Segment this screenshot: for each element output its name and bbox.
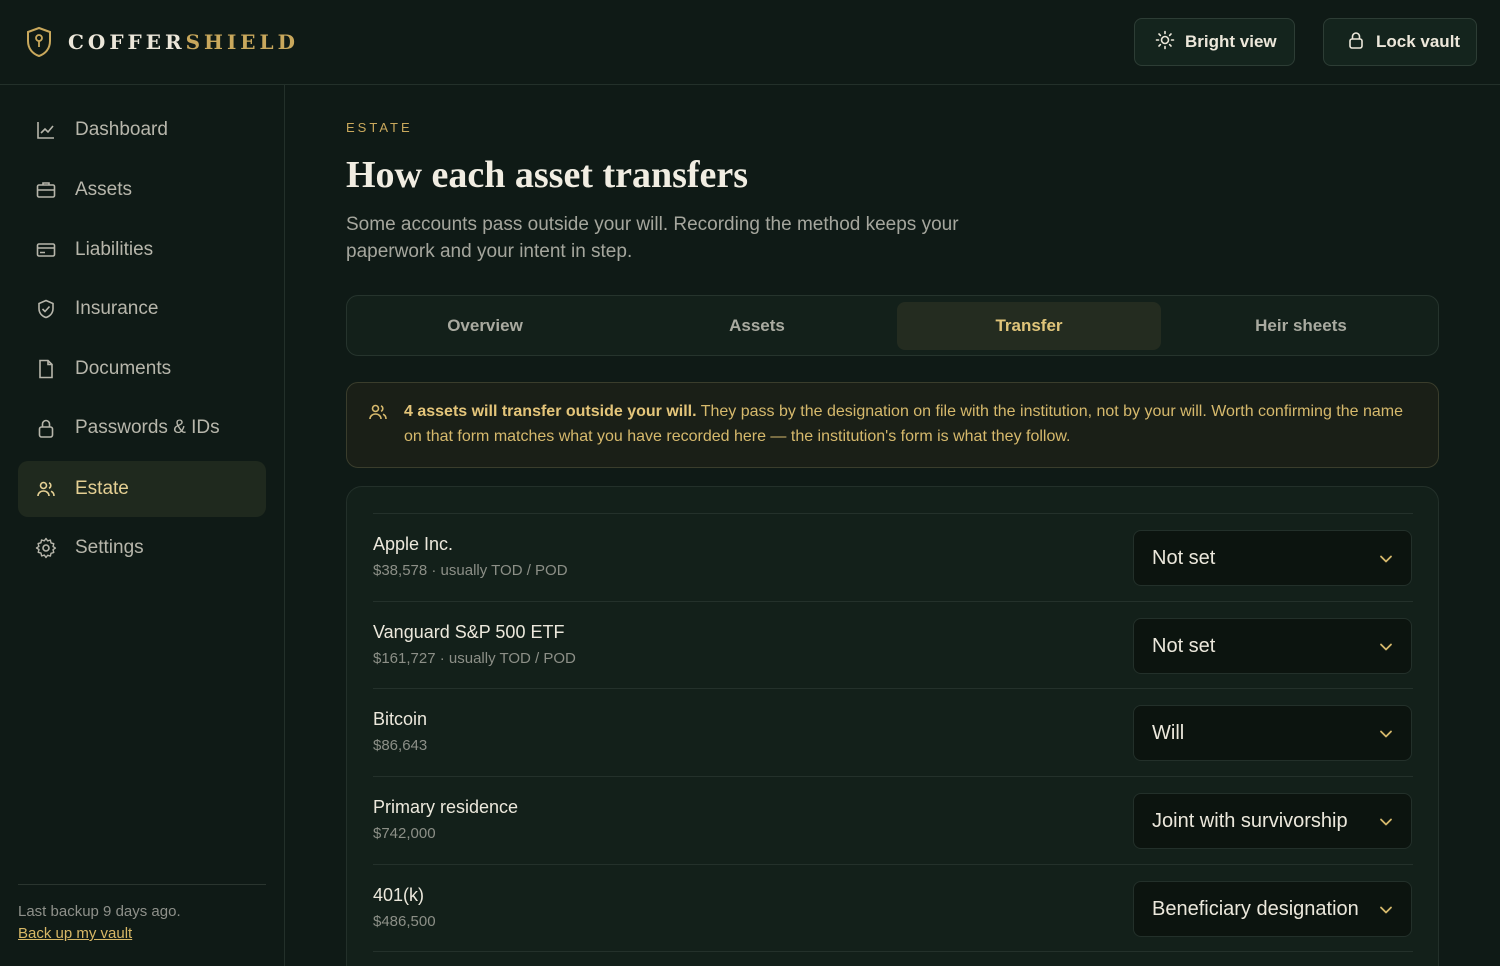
asset-name: Apple Inc.: [373, 534, 454, 554]
sidebar-item-label: Liabilities: [75, 239, 154, 260]
list-item: Bitcoin $86,643 Will: [373, 688, 1413, 776]
asset-meta: $38,578 · usually TOD / POD: [373, 562, 568, 579]
lock-icon: [35, 417, 57, 439]
lock-vault-label: Lock vault: [1376, 32, 1461, 51]
briefcase-icon: [35, 179, 57, 201]
bright-view-label: Bright view: [1185, 32, 1277, 51]
transfer-method-select[interactable]: Joint with survivorship: [1133, 793, 1412, 849]
list-item: Vanguard S&P 500 ETF $161,727 · usually …: [373, 601, 1413, 689]
people-icon: [35, 478, 57, 500]
notice-bold: 4 assets will transfer outside your will…: [404, 403, 697, 420]
lock-icon: [1346, 30, 1376, 55]
sidebar-item-documents[interactable]: Documents: [18, 341, 266, 397]
asset-meta: $86,643: [373, 737, 428, 754]
list-item: 401(k) $486,500 Beneficiary designation: [373, 864, 1413, 952]
chevron-down-icon: [1378, 813, 1394, 836]
chart-icon: [35, 119, 57, 141]
transfer-method-value: Will: [1152, 721, 1185, 744]
brand-name-part1: COFFER: [68, 30, 186, 54]
tab-overview[interactable]: Overview: [353, 302, 617, 350]
sidebar-item-label: Estate: [75, 478, 129, 499]
page-title: How each asset transfers: [346, 154, 749, 196]
sidebar-item-label: Insurance: [75, 298, 159, 319]
notice-banner: 4 assets will transfer outside your will…: [346, 382, 1439, 468]
lock-vault-button[interactable]: Lock vault: [1323, 18, 1477, 66]
brand-name-part2: SHIELD: [185, 30, 299, 54]
list-item: Primary residence $742,000 Joint with su…: [373, 776, 1413, 864]
transfer-method-select[interactable]: Not set: [1133, 618, 1412, 674]
sidebar-item-estate[interactable]: Estate: [18, 461, 266, 517]
tab-transfer[interactable]: Transfer: [897, 302, 1161, 350]
sidebar-item-label: Assets: [75, 179, 133, 200]
sidebar-item-dashboard[interactable]: Dashboard: [18, 102, 266, 158]
shield-logo-icon: [26, 26, 52, 58]
people-icon: [368, 402, 388, 427]
tab-bar: Overview Assets Transfer Heir sheets: [346, 295, 1439, 356]
top-bar: COFFERSHIELD Bright view Lock vault: [0, 0, 1500, 85]
asset-meta: $486,500: [373, 913, 436, 930]
tab-heir-sheets[interactable]: Heir sheets: [1169, 302, 1433, 350]
sun-icon: [1155, 30, 1185, 55]
asset-name: Vanguard S&P 500 ETF: [373, 622, 565, 642]
transfer-list-card: Apple Inc. $38,578 · usually TOD / POD N…: [346, 486, 1439, 966]
transfer-method-value: Not set: [1152, 634, 1216, 657]
transfer-method-select[interactable]: Not set: [1133, 530, 1412, 586]
chevron-down-icon: [1378, 638, 1394, 661]
card-icon: [35, 239, 57, 261]
document-icon: [35, 358, 57, 380]
transfer-method-value: Joint with survivorship: [1152, 809, 1348, 832]
sidebar-item-liabilities[interactable]: Liabilities: [18, 222, 266, 278]
notice-text: 4 assets will transfer outside your will…: [404, 399, 1424, 449]
asset-meta: $742,000: [373, 825, 436, 842]
asset-meta: $161,727 · usually TOD / POD: [373, 650, 576, 667]
sidebar: Dashboard Assets Liabilities Insurance D…: [0, 85, 285, 966]
bright-view-button[interactable]: Bright view: [1134, 18, 1295, 66]
sidebar-item-label: Documents: [75, 358, 172, 379]
tab-assets[interactable]: Assets: [625, 302, 889, 350]
sidebar-item-passwords[interactable]: Passwords & IDs: [18, 400, 266, 456]
transfer-method-value: Beneficiary designation: [1152, 897, 1359, 920]
gear-icon: [35, 537, 57, 559]
transfer-method-select[interactable]: Will: [1133, 705, 1412, 761]
backup-status: Last backup 9 days ago.: [18, 903, 181, 920]
list-item: Apple Inc. $38,578 · usually TOD / POD N…: [373, 513, 1413, 601]
sidebar-item-assets[interactable]: Assets: [18, 162, 266, 218]
transfer-method-select[interactable]: Beneficiary designation: [1133, 881, 1412, 937]
page-subtitle: Some accounts pass outside your will. Re…: [346, 214, 959, 262]
brand-name: COFFERSHIELD: [68, 30, 299, 54]
backup-link[interactable]: Back up my vault: [18, 925, 132, 942]
sidebar-item-label: Dashboard: [75, 119, 168, 140]
brand: COFFERSHIELD: [26, 26, 299, 58]
sidebar-item-label: Passwords & IDs: [75, 417, 220, 438]
sidebar-item-label: Settings: [75, 537, 144, 558]
shield-icon: [35, 298, 57, 320]
asset-name: 401(k): [373, 885, 425, 905]
chevron-down-icon: [1378, 550, 1394, 573]
sidebar-item-insurance[interactable]: Insurance: [18, 281, 266, 337]
sidebar-item-settings[interactable]: Settings: [18, 520, 266, 576]
asset-name: Primary residence: [373, 797, 519, 817]
transfer-method-value: Not set: [1152, 546, 1216, 569]
asset-name: Bitcoin: [373, 709, 428, 729]
sidebar-footer: Last backup 9 days ago. Back up my vault: [18, 884, 266, 943]
chevron-down-icon: [1378, 901, 1394, 924]
chevron-down-icon: [1378, 725, 1394, 748]
section-eyebrow: ESTATE: [346, 120, 413, 135]
